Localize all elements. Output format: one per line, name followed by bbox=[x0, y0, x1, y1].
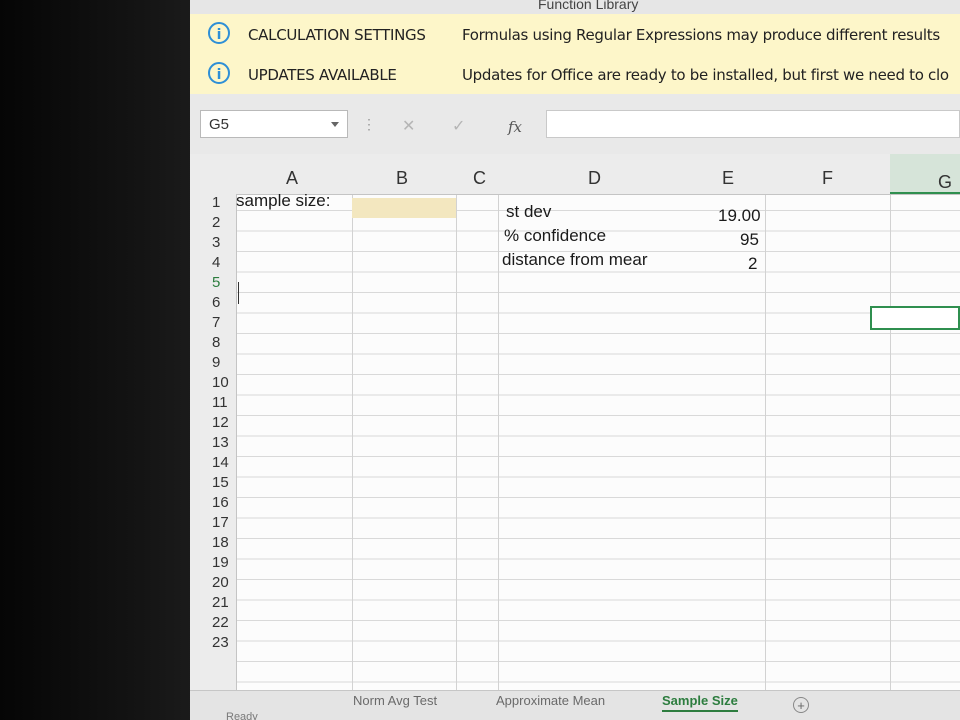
row-header[interactable]: 4 bbox=[212, 254, 220, 271]
row-header[interactable]: 18 bbox=[212, 534, 229, 551]
enter-icon[interactable]: ✓ bbox=[452, 116, 465, 136]
excel-window: Function Library i CALCULATION SETTINGS … bbox=[190, 0, 960, 720]
column-header-b[interactable]: B bbox=[396, 168, 408, 189]
name-box-value: G5 bbox=[209, 116, 230, 133]
column-gridline bbox=[352, 154, 353, 690]
cancel-icon[interactable]: ✕ bbox=[402, 116, 415, 136]
name-box[interactable]: G5 bbox=[200, 110, 348, 138]
sheet-tab-norm-avg-test[interactable]: Norm Avg Test bbox=[353, 693, 437, 708]
more-options-icon[interactable]: ⋮ bbox=[362, 116, 376, 133]
column-gridline bbox=[498, 154, 499, 690]
column-header-a[interactable]: A bbox=[286, 168, 298, 189]
row-header[interactable]: 21 bbox=[212, 594, 229, 611]
cell-D1[interactable]: st dev bbox=[506, 202, 551, 222]
message-bar-updates: i UPDATES AVAILABLE Updates for Office a… bbox=[190, 54, 960, 95]
column-header-e[interactable]: E bbox=[722, 168, 734, 189]
column-gridline bbox=[456, 154, 457, 690]
formula-bar: G5 ⋮ ✕ ✓ fx bbox=[190, 94, 960, 155]
row-header[interactable]: 2 bbox=[212, 214, 220, 231]
cell-D3[interactable]: distance from mear bbox=[502, 250, 648, 270]
message-bar-calculation: i CALCULATION SETTINGS Formulas using Re… bbox=[190, 14, 960, 55]
cell-E2[interactable]: 95 bbox=[740, 230, 759, 250]
row-header[interactable]: 11 bbox=[212, 394, 228, 411]
info-icon: i bbox=[208, 22, 230, 44]
row-header[interactable]: 14 bbox=[212, 454, 229, 471]
insert-function-icon[interactable]: fx bbox=[508, 118, 522, 136]
row-header[interactable]: 20 bbox=[212, 574, 229, 591]
row-header[interactable]: 7 bbox=[212, 314, 220, 331]
column-header-d[interactable]: D bbox=[588, 168, 601, 189]
row-header[interactable]: 16 bbox=[212, 494, 229, 511]
sheet-tab-approximate-mean[interactable]: Approximate Mean bbox=[496, 693, 605, 708]
cell-E1[interactable]: 19.00 bbox=[718, 206, 761, 226]
cell-E3[interactable]: 2 bbox=[748, 254, 757, 274]
column-gridline bbox=[890, 154, 891, 690]
column-headers: A B C D E F G bbox=[190, 154, 960, 195]
chevron-down-icon[interactable] bbox=[331, 122, 339, 127]
row-header[interactable]: 3 bbox=[212, 234, 220, 251]
row-header[interactable]: 8 bbox=[212, 334, 220, 351]
row-header[interactable]: 17 bbox=[212, 514, 229, 531]
column-gridline bbox=[765, 154, 766, 690]
selected-cell-G5[interactable] bbox=[870, 306, 960, 330]
column-header-g[interactable]: G bbox=[938, 172, 952, 193]
info-icon: i bbox=[208, 62, 230, 84]
monitor-bezel bbox=[0, 0, 200, 720]
status-text: Ready bbox=[226, 711, 258, 720]
row-header[interactable]: 10 bbox=[212, 374, 229, 391]
message-bar-title: UPDATES AVAILABLE bbox=[248, 66, 397, 84]
row-header[interactable]: 12 bbox=[212, 414, 229, 431]
message-bar-text: Formulas using Regular Expressions may p… bbox=[462, 26, 940, 44]
add-sheet-icon[interactable]: + bbox=[793, 697, 809, 713]
row-header[interactable]: 19 bbox=[212, 554, 229, 571]
row-header[interactable]: 23 bbox=[212, 634, 229, 651]
worksheet-grid[interactable]: A B C D E F G 1 2 3 4 5 6 7 8 9 10 11 12… bbox=[190, 154, 960, 690]
cell-B1[interactable] bbox=[352, 198, 456, 218]
row-header-selected[interactable]: 5 bbox=[212, 274, 220, 291]
formula-input[interactable] bbox=[546, 110, 960, 138]
sheet-tab-sample-size[interactable]: Sample Size bbox=[662, 693, 738, 712]
row-headers: 1 2 3 4 5 6 7 8 9 10 11 12 13 14 15 16 1… bbox=[190, 194, 237, 690]
cell-D2[interactable]: % confidence bbox=[504, 226, 606, 246]
message-bar-text: Updates for Office are ready to be insta… bbox=[462, 66, 949, 84]
row-header[interactable]: 13 bbox=[212, 434, 229, 451]
row-header[interactable]: 15 bbox=[212, 474, 229, 491]
cell-A1[interactable]: sample size: bbox=[236, 191, 330, 211]
message-bar-title: CALCULATION SETTINGS bbox=[248, 26, 426, 44]
row-header[interactable]: 6 bbox=[212, 294, 220, 311]
ribbon-group-label[interactable]: Function Library bbox=[538, 0, 638, 12]
row-header[interactable]: 22 bbox=[212, 614, 229, 631]
sheet-tab-bar: Norm Avg Test Approximate Mean Sample Si… bbox=[190, 690, 960, 720]
edit-cursor bbox=[238, 282, 239, 304]
row-header[interactable]: 1 bbox=[212, 194, 220, 211]
ribbon: Function Library bbox=[190, 0, 960, 15]
column-header-c[interactable]: C bbox=[473, 168, 486, 189]
row-header[interactable]: 9 bbox=[212, 354, 220, 371]
column-header-f[interactable]: F bbox=[822, 168, 833, 189]
